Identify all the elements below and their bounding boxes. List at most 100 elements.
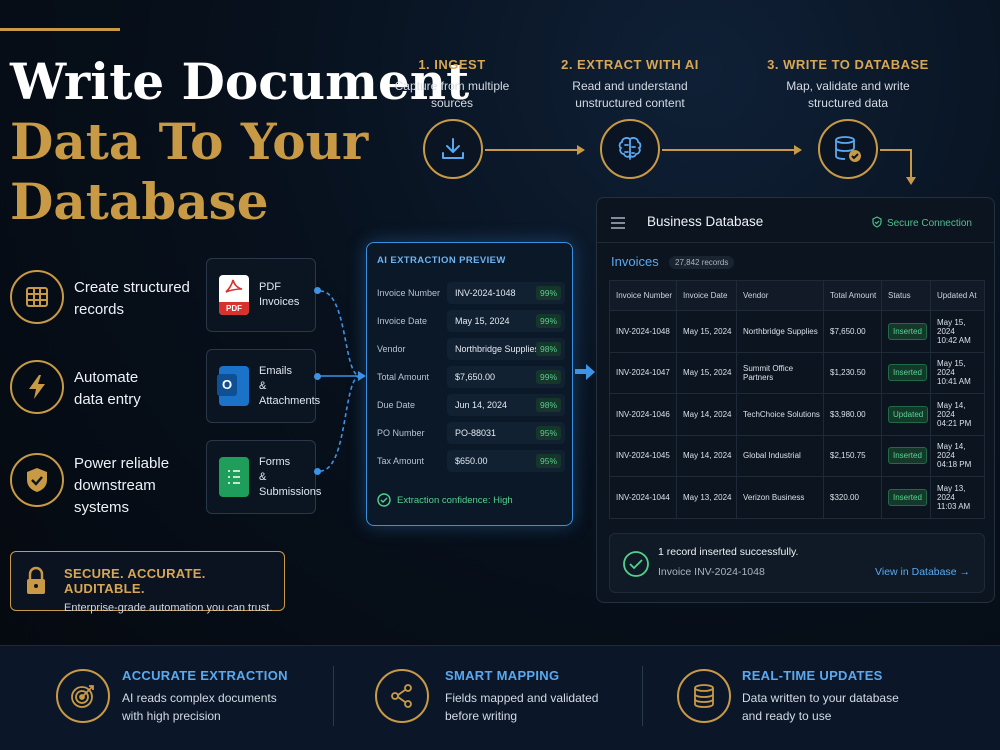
record-count-badge: 27,842 records [669, 256, 735, 269]
secure-box: SECURE. ACCURATE. AUDITABLE. Enterprise-… [10, 551, 285, 614]
step-arrow-head [577, 145, 585, 155]
step-arrow-head-down [906, 177, 916, 185]
table-row[interactable]: INV-2024-1046 May 14, 2024 TechChoice Solu… [609, 393, 985, 436]
divider [333, 666, 334, 726]
status-badge: Updated [888, 405, 929, 423]
divider [597, 242, 994, 243]
benefit-accurate-extraction: ACCURATE EXTRACTION AI reads complex doc… [122, 668, 288, 723]
confidence-badge: 99% [535, 286, 561, 300]
nodes-icon [375, 669, 429, 723]
database-icon [677, 669, 731, 723]
source-forms[interactable]: Forms & Submissions [206, 440, 321, 514]
source-pdf[interactable]: PDF PDF Invoices [206, 258, 316, 332]
extraction-confidence: Extraction confidence: High [377, 493, 513, 507]
confidence-badge: 98% [535, 398, 561, 412]
source-label: Emails & Attachments [259, 364, 321, 407]
target-icon [56, 669, 110, 723]
step-desc: Capture from multiple sources [394, 79, 510, 110]
status-badge: Inserted [888, 322, 927, 340]
check-circle-icon [623, 551, 649, 577]
view-in-database-link[interactable]: View in Database → [875, 566, 970, 578]
success-detail: Invoice INV-2024-1048 [658, 566, 765, 578]
download-icon [423, 119, 483, 179]
confidence-badge: 99% [535, 314, 561, 328]
benefits-bar: ACCURATE EXTRACTION AI reads complex doc… [0, 645, 1000, 750]
step-desc: Map, validate and write structured data [786, 79, 910, 110]
step-heading: 2. EXTRACT WITH AI [561, 57, 699, 72]
database-check-icon [818, 119, 878, 179]
table-row[interactable]: INV-2024-1044 May 13, 2024 Verizon Busines… [609, 476, 985, 519]
source-label: PDF Invoices [259, 281, 300, 308]
extraction-preview-panel: AI EXTRACTION PREVIEW Invoice Number INV-… [366, 242, 573, 526]
feature-structured-records: Create structured records [74, 279, 190, 318]
shield-check-icon [10, 453, 64, 507]
title-line-2: Data To Your [10, 112, 369, 171]
column-header: Vendor [736, 280, 824, 311]
column-header: Invoice Date [676, 280, 737, 311]
preview-row: Invoice Date May 15, 2024 99% [377, 310, 565, 332]
step-write: 3. WRITE TO DATABASE Map, validate and w… [763, 57, 933, 112]
pdf-icon: PDF [219, 275, 249, 315]
success-banner: 1 record inserted successfully. Invoice … [609, 533, 985, 593]
lightning-icon [10, 360, 64, 414]
column-header: Status [881, 280, 931, 311]
lock-icon [25, 566, 47, 601]
business-database-panel: Business Database Secure Connection Invo… [596, 197, 995, 603]
confidence-badge: 98% [535, 342, 561, 356]
column-header: Invoice Number [609, 280, 677, 311]
preview-to-db-arrow-head [586, 364, 595, 380]
source-label: Forms & Submissions [259, 455, 322, 498]
invoices-heading: Invoices [611, 254, 659, 269]
step-desc: Read and understand unstructured content [572, 79, 688, 110]
feature-downstream: Power reliable downstream systems [74, 455, 170, 516]
divider [642, 666, 643, 726]
step-arrow [485, 149, 577, 151]
preview-row: Tax Amount $650.00 95% [377, 450, 565, 472]
column-header: Total Amount [823, 280, 882, 311]
table-row[interactable]: INV-2024-1047 May 15, 2024 Summit Office P… [609, 351, 985, 394]
menu-icon[interactable] [611, 216, 625, 234]
database-title: Business Database [647, 214, 764, 229]
title-accent-bar [0, 28, 120, 31]
step-arrow [662, 149, 794, 151]
preview-row: PO Number PO-88031 95% [377, 422, 565, 444]
status-badge: Inserted [888, 447, 927, 465]
confidence-badge: 99% [535, 370, 561, 384]
secure-connection: Secure Connection [872, 216, 972, 229]
step-heading: 3. WRITE TO DATABASE [767, 57, 929, 72]
shield-icon [872, 216, 882, 228]
invoices-table: Invoice Number Invoice Date Vendor Total… [609, 280, 985, 519]
source-emails[interactable]: O Emails & Attachments [206, 349, 320, 423]
column-header: Updated At [930, 280, 985, 311]
confidence-badge: 95% [535, 454, 561, 468]
table-header: Invoice Number Invoice Date Vendor Total… [609, 280, 985, 311]
preview-row: Total Amount $7,650.00 99% [377, 366, 565, 388]
step-extract: 2. EXTRACT WITH AI Read and understand un… [545, 57, 715, 112]
status-badge: Inserted [888, 488, 927, 506]
brain-icon [600, 119, 660, 179]
step-ingest: 1. INGEST Capture from multiple sources [367, 57, 537, 112]
confidence-badge: 95% [535, 426, 561, 440]
feature-automate: Automate data entry [74, 369, 141, 408]
secure-desc: Enterprise-grade automation you can trus… [64, 602, 273, 614]
preview-row: Due Date Jun 14, 2024 98% [377, 394, 565, 416]
outlook-icon: O [217, 366, 249, 406]
preview-row: Invoice Number INV-2024-1048 99% [377, 282, 565, 304]
source-connectors [319, 290, 366, 472]
check-circle-icon [377, 493, 391, 507]
success-message: 1 record inserted successfully. [658, 546, 799, 558]
step-arrow-connector-down [910, 149, 912, 177]
preview-title: AI EXTRACTION PREVIEW [377, 255, 506, 266]
step-heading: 1. INGEST [418, 57, 486, 72]
title-line-3: Database [10, 172, 269, 231]
table-row[interactable]: INV-2024-1045 May 14, 2024 Global Industri… [609, 434, 985, 477]
benefit-real-time-updates: REAL-TIME UPDATES Data written to your d… [742, 668, 899, 723]
benefit-smart-mapping: SMART MAPPING Fields mapped and validate… [445, 668, 599, 723]
secure-heading: SECURE. ACCURATE. AUDITABLE. [64, 566, 206, 596]
table-row[interactable]: INV-2024-1048 May 15, 2024 Northbridge Sup… [609, 310, 985, 353]
preview-row: Vendor Northbridge Supplies 98% [377, 338, 565, 360]
status-badge: Inserted [888, 364, 927, 382]
form-icon [219, 457, 249, 497]
step-arrow-connector [880, 149, 910, 151]
grid-icon [10, 270, 64, 324]
